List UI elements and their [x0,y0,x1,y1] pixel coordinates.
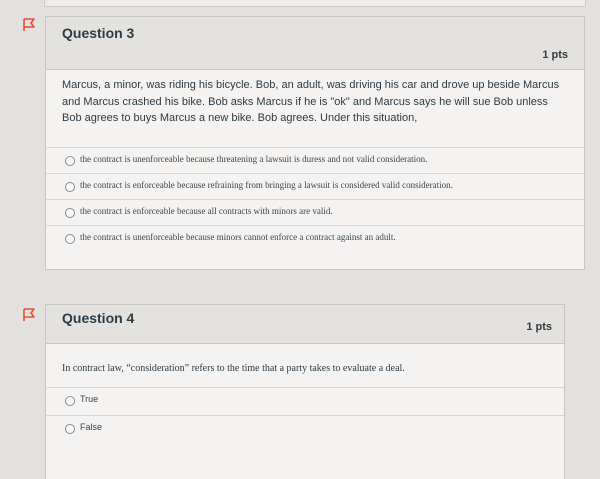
question-4-points: 1 pts [526,321,552,333]
question-3-answer-1[interactable]: the contract is unenforceable because th… [46,147,584,174]
question-3-card: Question 3 1 pts Marcus, a minor, was ri… [45,16,585,270]
radio-button[interactable] [65,182,75,192]
previous-question-card-edge [44,0,586,7]
question-3-answer-3[interactable]: the contract is enforceable because all … [46,199,584,226]
flag-icon[interactable] [22,308,36,322]
radio-button[interactable] [65,396,75,406]
radio-button[interactable] [65,156,75,166]
answer-label[interactable]: the contract is unenforceable because th… [80,154,427,164]
question-3-text: Marcus, a minor, was riding his bicycle.… [62,79,560,124]
question-3-answer-2[interactable]: the contract is enforceable because refr… [46,173,584,200]
answer-label[interactable]: the contract is enforceable because refr… [80,180,453,190]
question-4-card: Question 4 1 pts In contract law, “consi… [45,304,565,479]
question-4-answer-false[interactable]: False [46,415,564,444]
radio-button[interactable] [65,234,75,244]
flag-icon[interactable] [22,18,36,32]
question-4-answer-true[interactable]: True [46,387,564,416]
question-3-points: 1 pts [542,49,568,61]
question-4-header: Question 4 1 pts [46,305,564,344]
question-3-answer-4[interactable]: the contract is unenforceable because mi… [46,225,584,252]
question-3-header: Question 3 1 pts [46,17,584,70]
radio-button[interactable] [65,424,75,434]
answer-label[interactable]: the contract is unenforceable because mi… [80,232,396,242]
question-4-title: Question 4 [62,310,135,326]
answer-label[interactable]: the contract is enforceable because all … [80,206,333,216]
radio-button[interactable] [65,208,75,218]
answer-label[interactable]: True [80,394,98,404]
question-3-title: Question 3 [62,25,135,41]
answer-label[interactable]: False [80,422,102,432]
question-4-text: In contract law, “consideration” refers … [62,363,405,374]
